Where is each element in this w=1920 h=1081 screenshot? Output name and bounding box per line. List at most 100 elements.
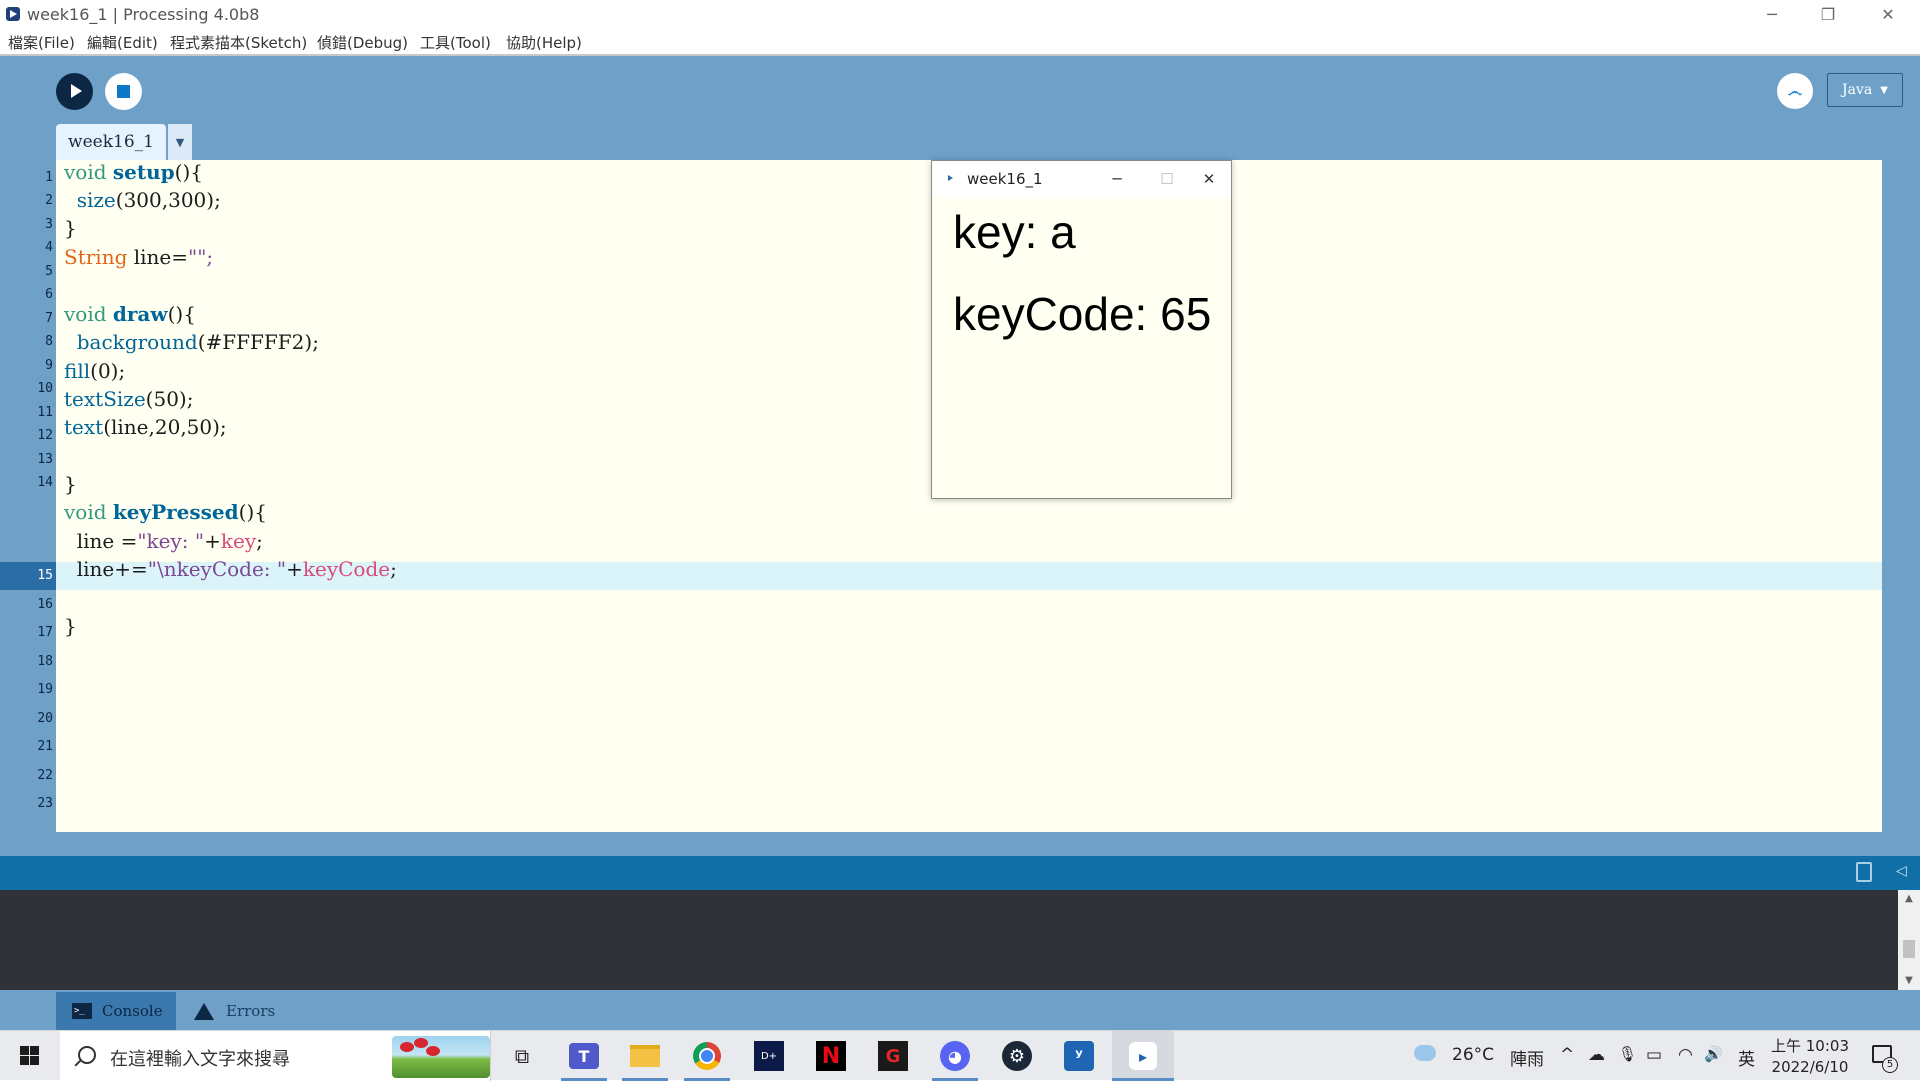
code-line: void keyPressed(){ [64,500,267,524]
weather-temperature[interactable]: 26°C [1452,1045,1494,1065]
line-number: 17 [37,625,53,640]
windows-logo-icon [20,1056,29,1065]
line-number: 16 [37,597,53,612]
volume-icon[interactable]: 🔊 [1704,1045,1723,1063]
taskbar-search[interactable]: 在這裡輸入文字來搜尋 [60,1031,491,1081]
taskbar-discord[interactable]: ◕ [937,1038,973,1074]
clock-time[interactable]: 上午 10:03 [1770,1035,1850,1056]
editor-scrollbar[interactable] [1882,160,1920,832]
sketch-title-bar[interactable]: week16_1 ─ ☐ ✕ [932,161,1231,197]
taskbar-processing[interactable]: ▸ [1112,1031,1174,1081]
line-number: 5 [45,264,53,279]
code-line: line ="key: "+key; [64,529,263,553]
battery-icon[interactable]: ▭ [1646,1045,1662,1065]
close-button[interactable]: ✕ [1860,0,1916,28]
mode-selector[interactable]: Java ▼ [1827,73,1903,107]
line-number: 11 [37,405,53,420]
menu-edit[interactable]: 編輯(Edit) [87,32,158,53]
folder-icon [630,1045,660,1067]
scroll-down-icon[interactable]: ▼ [1898,972,1920,990]
taskbar-steam[interactable]: ⚙ [999,1038,1035,1074]
netflix-icon: N [816,1041,846,1071]
line-number: 1 [45,170,53,185]
stop-button[interactable] [105,73,142,110]
taskbar-chrome[interactable] [689,1038,725,1074]
line-number: 10 [37,381,53,396]
tab-console[interactable]: >_ Console [56,992,176,1030]
code-line: text(line,20,50); [64,415,227,439]
windows-logo-icon [30,1056,39,1065]
menu-tool[interactable]: 工具(Tool) [420,32,491,53]
sketch-output-window[interactable]: week16_1 ─ ☐ ✕ key: a keyCode: 65 [931,160,1232,499]
teams-icon: T [569,1043,599,1069]
line-number: 4 [45,240,53,255]
line-number: 3 [45,217,53,232]
sketch-close-button[interactable]: ✕ [1186,161,1232,197]
onedrive-icon[interactable]: ☁ [1588,1045,1605,1065]
code-line: void setup(){ [64,160,203,184]
steam-icon: ⚙ [1002,1041,1032,1071]
taskbar-teams[interactable]: T [566,1038,602,1074]
microphone-icon[interactable]: 🎙 [1618,1045,1637,1063]
toolbar: ෴ Java ▼ [0,56,1920,122]
taskbar-vscode[interactable]: ʸ [1061,1038,1097,1074]
disney-plus-icon: D+ [754,1041,784,1071]
mode-label: Java [1842,82,1873,98]
search-icon [78,1046,96,1064]
code-line: textSize(50); [64,387,194,411]
run-button[interactable] [56,73,93,110]
sketch-output-keycode: keyCode: 65 [953,288,1212,340]
collapse-console-icon[interactable]: ◁ [1896,863,1907,879]
minimize-button[interactable]: ─ [1744,0,1800,28]
menu-sketch[interactable]: 程式素描本(Sketch) [170,32,307,53]
taskbar-garena[interactable]: G [875,1038,911,1074]
console-output[interactable] [0,890,1898,990]
console-divider[interactable] [0,832,1920,856]
code-line: } [64,614,77,638]
sketch-minimize-button[interactable]: ─ [1094,161,1140,197]
weather-description[interactable]: 陣雨 [1510,1045,1544,1070]
weather-rain-icon[interactable] [1414,1045,1436,1061]
warning-icon [194,1002,214,1020]
chrome-icon [693,1042,721,1070]
line-number: 8 [45,334,53,349]
tab-menu-button[interactable]: ▼ [168,124,192,160]
tab-errors[interactable]: Errors [194,992,275,1030]
line-number: 20 [37,711,53,726]
menu-help[interactable]: 協助(Help) [506,32,582,53]
vscode-icon: ʸ [1064,1041,1094,1071]
windows-logo-icon [20,1046,29,1055]
task-view-button[interactable]: ⧉ [504,1038,540,1074]
scroll-thumb[interactable] [1903,940,1915,958]
code-line: line+="\nkeyCode: "+keyCode; [64,557,397,581]
code-line: } [64,472,77,496]
console-scrollbar[interactable]: ▲ ▼ [1898,890,1920,990]
current-line-number: 15 [0,562,56,590]
taskbar-file-explorer[interactable] [627,1038,663,1074]
menu-file[interactable]: 檔案(File) [8,32,75,53]
code-line: String line=""; [64,245,214,269]
line-number: 6 [45,287,53,302]
wifi-icon[interactable]: ◠ [1678,1045,1693,1065]
garena-icon: G [878,1041,908,1071]
taskbar-netflix[interactable]: N [813,1038,849,1074]
line-number: 19 [37,682,53,697]
chevron-down-icon: ▼ [1880,84,1888,96]
restore-button[interactable]: ❐ [1800,0,1856,28]
menu-debug[interactable]: 偵錯(Debug) [317,32,408,53]
tray-overflow-icon[interactable]: ^ [1560,1045,1574,1065]
code-line: } [64,216,77,240]
start-button[interactable] [0,1031,60,1081]
tab-week16-1[interactable]: week16_1 [56,124,166,160]
ime-indicator[interactable]: 英 [1738,1045,1755,1070]
debug-button[interactable]: ෴ [1777,73,1813,109]
clock-date[interactable]: 2022/6/10 [1765,1058,1855,1076]
taskbar-disney-plus[interactable]: D+ [751,1038,787,1074]
copy-icon[interactable] [1856,862,1872,882]
console-tab-bar: >_ Console Errors [0,990,1920,1030]
scroll-up-icon[interactable]: ▲ [1898,890,1920,908]
sketch-maximize-button[interactable]: ☐ [1144,161,1190,197]
window-title-bar[interactable]: week16_1 | Processing 4.0b8 ─ ❐ ✕ [0,0,1920,28]
code-line: fill(0); [64,359,126,383]
task-view-icon: ⧉ [514,1044,530,1068]
